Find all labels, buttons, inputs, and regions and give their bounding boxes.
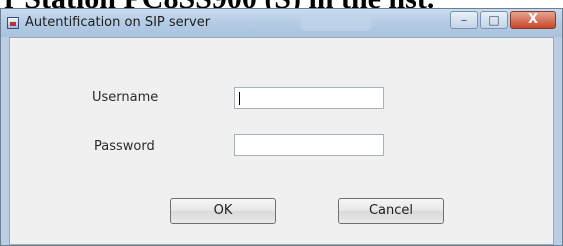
maximize-icon: □ xyxy=(488,13,500,27)
dialog-body: Username Password OK Cancel xyxy=(9,37,554,245)
text-caret xyxy=(239,92,240,105)
sip-auth-dialog: Autentification on SIP server – □ X User… xyxy=(0,8,563,246)
window-controls: – □ X xyxy=(448,11,556,31)
minimize-button[interactable]: – xyxy=(450,11,478,29)
maximize-button[interactable]: □ xyxy=(480,11,508,29)
username-label: Username xyxy=(92,90,159,105)
cancel-button[interactable]: Cancel xyxy=(338,198,444,224)
username-field[interactable] xyxy=(234,87,384,109)
minimize-icon: – xyxy=(461,13,467,27)
close-icon: X xyxy=(527,12,539,27)
title-blur xyxy=(301,15,371,31)
close-button[interactable]: X xyxy=(510,11,556,29)
ok-button[interactable]: OK xyxy=(170,198,276,224)
window-title: Autentification on SIP server xyxy=(25,15,211,30)
password-field[interactable] xyxy=(234,134,384,156)
title-bar[interactable]: Autentification on SIP server – □ X xyxy=(1,9,562,37)
app-icon xyxy=(7,17,19,29)
password-label: Password xyxy=(94,139,155,154)
